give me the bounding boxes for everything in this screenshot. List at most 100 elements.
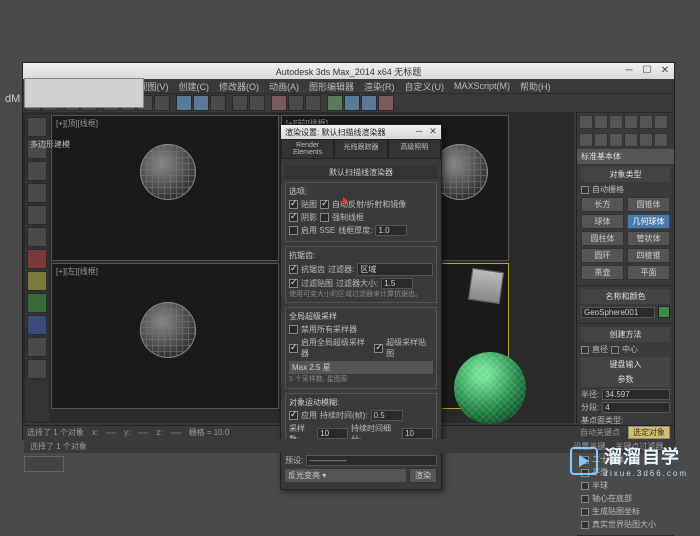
cat-cameras[interactable] (624, 133, 638, 147)
rollout-keyboard[interactable]: 键盘输入 (581, 357, 670, 372)
tab-raytracer[interactable]: 光线跟踪器 (334, 139, 387, 159)
tool-render-setup[interactable] (344, 95, 360, 111)
x-coord[interactable] (106, 432, 116, 434)
viewcube[interactable] (468, 268, 504, 304)
ltool-1[interactable] (27, 117, 47, 137)
tool-render[interactable] (378, 95, 394, 111)
chk-mapcoords[interactable] (581, 508, 589, 516)
chk-autoreflect[interactable] (320, 200, 329, 209)
ltool-11[interactable] (27, 337, 47, 357)
tool-percent-snap[interactable] (210, 95, 226, 111)
tool-scale[interactable] (154, 95, 170, 111)
ltool-4[interactable] (27, 183, 47, 203)
cat-shapes[interactable] (594, 133, 608, 147)
ltool-red[interactable] (27, 249, 47, 269)
btn-torus[interactable]: 圆环 (581, 248, 624, 263)
tool-mirror[interactable] (232, 95, 248, 111)
btn-geosphere[interactable]: 几何球体 (627, 214, 670, 229)
chk-global-ss[interactable] (289, 344, 298, 353)
ltool-5[interactable] (27, 205, 47, 225)
object-name-field[interactable]: GeoSphere001 (581, 307, 655, 318)
chk-sse[interactable] (289, 226, 298, 235)
blur-subdiv[interactable]: 10 (402, 428, 433, 439)
chk-autogrid[interactable] (581, 186, 589, 194)
rollout-params[interactable]: 参数 (581, 372, 670, 387)
chk-mapping[interactable] (289, 200, 298, 209)
tab-modify[interactable] (594, 115, 608, 129)
chk-disable-samplers[interactable] (289, 325, 298, 334)
selected-lock[interactable]: 选定对象 (628, 426, 670, 439)
tool-schematic[interactable] (305, 95, 321, 111)
blur-samples[interactable]: 10 (317, 428, 348, 439)
chk-aa[interactable] (289, 265, 298, 274)
btn-sphere[interactable]: 球体 (581, 214, 624, 229)
dialog-minimize-icon[interactable]: ─ (413, 125, 425, 137)
radius-field[interactable]: 34.597 (602, 389, 670, 400)
filter-size[interactable]: 1.5 (381, 278, 413, 289)
btn-cylinder[interactable]: 圆柱体 (581, 231, 624, 246)
tab-display[interactable] (639, 115, 653, 129)
ltool-6[interactable] (27, 227, 47, 247)
menu-item[interactable]: 渲染(R) (364, 80, 395, 93)
tool-angle-snap[interactable] (193, 95, 209, 111)
sampler-select[interactable]: Max 2.5 星 (289, 361, 433, 374)
menu-item[interactable]: MAXScript(M) (454, 81, 510, 91)
chk-force-wireframe[interactable] (320, 213, 329, 222)
ltool-12[interactable] (27, 359, 47, 379)
blur-duration[interactable]: 0.5 (371, 410, 403, 421)
wire-thickness[interactable]: 1.0 (375, 225, 407, 236)
tab-create[interactable] (579, 115, 593, 129)
viewport-left[interactable]: [+][左][线框] (51, 263, 279, 409)
tool-material[interactable] (327, 95, 343, 111)
menu-item[interactable]: 修改器(O) (219, 80, 259, 93)
minimize-icon[interactable]: ─ (622, 63, 636, 77)
rollout-object-type[interactable]: 对象类型 (581, 167, 670, 182)
cat-helpers[interactable] (639, 133, 653, 147)
chk-ss-maps[interactable] (374, 344, 383, 353)
color-swatch[interactable] (658, 306, 670, 318)
radio-diameter[interactable] (581, 346, 589, 354)
chk-filter-maps[interactable] (289, 279, 298, 288)
rollout-create-method[interactable]: 创建方法 (581, 327, 670, 342)
chk-base[interactable] (581, 495, 589, 503)
render-target-select[interactable]: 反光变亮 ▾ (285, 469, 406, 482)
menu-item[interactable]: 创建(C) (179, 80, 210, 93)
btn-plane[interactable]: 平面 (627, 265, 670, 280)
btn-box[interactable]: 长方 (581, 197, 624, 212)
tab-utilities[interactable] (654, 115, 668, 129)
geosphere-shaded[interactable] (454, 352, 526, 424)
preset-select[interactable]: -------------- (306, 455, 437, 466)
chk-shadows[interactable] (289, 213, 298, 222)
cat-space[interactable] (654, 133, 668, 147)
radio-center[interactable] (611, 346, 619, 354)
tool-snap[interactable] (176, 95, 192, 111)
tool-layers[interactable] (271, 95, 287, 111)
tool-curve-editor[interactable] (288, 95, 304, 111)
tab-motion[interactable] (624, 115, 638, 129)
filter-select[interactable]: 区域 (357, 263, 433, 276)
close-icon[interactable]: ✕ (658, 63, 672, 77)
geosphere-wire[interactable] (140, 144, 196, 200)
ltool-yellow[interactable] (27, 271, 47, 291)
tool-align[interactable] (249, 95, 265, 111)
menu-item[interactable]: 动画(A) (269, 80, 299, 93)
btn-pyramid[interactable]: 四棱锥 (627, 248, 670, 263)
z-coord[interactable] (171, 432, 181, 434)
dialog-close-icon[interactable]: ✕ (427, 125, 439, 137)
cat-lights[interactable] (609, 133, 623, 147)
autokey-button[interactable]: 自动关键点 (580, 427, 620, 438)
dialog-titlebar[interactable]: 渲染设置: 默认扫描线渲染器 ─ ✕ (281, 125, 441, 139)
viewport-top[interactable]: [+][顶][线框] (51, 115, 279, 261)
menu-item[interactable]: 图形编辑器 (309, 80, 354, 93)
cat-geometry[interactable] (579, 133, 593, 147)
segments-field[interactable]: 4 (602, 402, 670, 413)
tab-render-elements[interactable]: Render Elements (281, 139, 334, 159)
ltool-3[interactable] (27, 161, 47, 181)
y-coord[interactable] (138, 432, 148, 434)
menu-item[interactable]: 自定义(U) (405, 80, 445, 93)
btn-tube[interactable]: 管状体 (627, 231, 670, 246)
ltool-green[interactable] (27, 293, 47, 313)
rollout-name-color[interactable]: 名称和颜色 (581, 289, 670, 304)
btn-cone[interactable]: 圆锥体 (627, 197, 670, 212)
ltool-blue[interactable] (27, 315, 47, 335)
